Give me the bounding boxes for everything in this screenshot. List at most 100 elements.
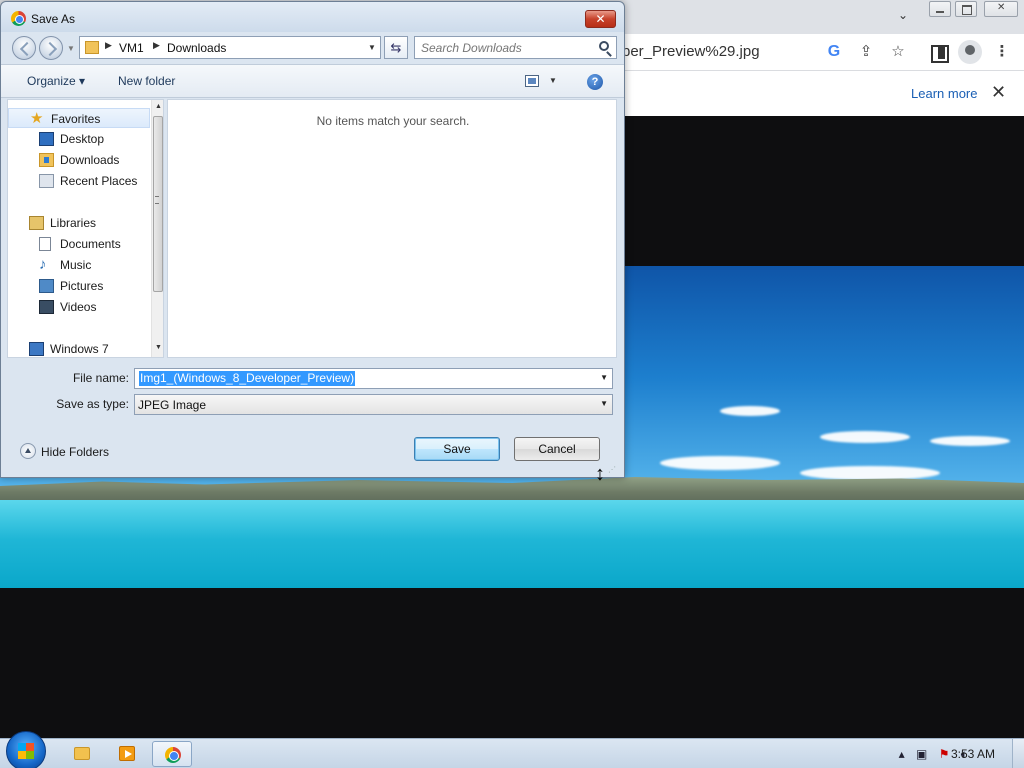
scrollbar-thumb[interactable] bbox=[153, 116, 163, 292]
nav-item-recent-places[interactable]: Recent Places bbox=[8, 171, 150, 191]
nav-item-music[interactable]: ♪ Music bbox=[8, 255, 150, 275]
desktop-icon bbox=[39, 132, 54, 146]
taskbar-chrome-button[interactable] bbox=[152, 741, 192, 767]
taskbar-clock[interactable]: 3:53 AM bbox=[951, 747, 995, 761]
nav-item-label: Desktop bbox=[60, 132, 105, 146]
libraries-icon bbox=[29, 216, 44, 230]
nav-item-favorites[interactable]: ★ Favorites bbox=[8, 108, 150, 128]
breadcrumb-arrow-icon[interactable]: ▶ bbox=[105, 40, 112, 51]
file-name-value[interactable]: Img1_(Windows_8_Developer_Preview) bbox=[139, 371, 356, 386]
network-icon[interactable]: ▣ bbox=[916, 747, 927, 761]
file-name-field[interactable]: Img1_(Windows_8_Developer_Preview) ▼ bbox=[134, 368, 613, 389]
back-button[interactable] bbox=[12, 36, 36, 60]
restore-button[interactable] bbox=[955, 1, 977, 17]
resize-gripper-icon[interactable]: ⋰ bbox=[608, 465, 616, 474]
cloud bbox=[930, 436, 1010, 446]
save-as-type-label: Save as type: bbox=[56, 397, 129, 411]
forward-button[interactable] bbox=[39, 36, 63, 60]
nav-item-windows-7[interactable]: Windows 7 bbox=[8, 339, 150, 357]
vertical-resize-cursor-icon: ↕ bbox=[595, 463, 605, 485]
new-folder-button[interactable]: New folder bbox=[118, 74, 175, 88]
change-view-icon[interactable] bbox=[525, 75, 539, 87]
nav-item-label: Libraries bbox=[50, 216, 97, 230]
action-center-flag-icon[interactable]: ⚑ bbox=[939, 747, 950, 761]
side-panel-icon[interactable] bbox=[928, 42, 949, 63]
learn-more-link[interactable]: Learn more bbox=[911, 86, 977, 101]
cloud bbox=[820, 431, 910, 443]
nav-item-label: Documents bbox=[60, 237, 121, 251]
bookmark-star-icon[interactable]: ☆ bbox=[888, 42, 908, 62]
command-toolbar: Organize ▾ New folder ▼ ? bbox=[1, 64, 624, 98]
cancel-button[interactable]: Cancel bbox=[514, 437, 600, 461]
nav-item-label: Windows 7 bbox=[50, 342, 109, 356]
taskbar-media-player-button[interactable] bbox=[107, 741, 147, 767]
address-bar[interactable]: ▶ VM1 ▶ Downloads ▼ bbox=[79, 36, 381, 59]
file-list-pane[interactable]: No items match your search. bbox=[167, 99, 617, 358]
nav-item-label: Downloads bbox=[60, 153, 120, 167]
nav-item-downloads[interactable]: Downloads bbox=[8, 150, 150, 170]
scrollbar-grip-icon bbox=[155, 196, 159, 204]
wallpaper-water bbox=[0, 500, 1024, 588]
start-button[interactable] bbox=[6, 731, 46, 768]
save-as-type-value: JPEG Image bbox=[138, 398, 207, 412]
chrome-menu-icon[interactable]: ⋮ bbox=[992, 42, 1012, 62]
recent-places-icon bbox=[39, 174, 54, 188]
dialog-title-bar[interactable]: Save As ✕ bbox=[1, 2, 624, 32]
save-as-dialog: Save As ✕ ▼ ▶ VM1 ▶ Downloads ▼ ⇆ Organi… bbox=[0, 1, 625, 484]
search-box[interactable] bbox=[414, 36, 617, 59]
hide-folders-label: Hide Folders bbox=[41, 445, 110, 459]
nav-item-libraries[interactable]: Libraries bbox=[8, 213, 150, 233]
dialog-title: Save As bbox=[31, 12, 76, 26]
music-icon: ♪ bbox=[39, 256, 47, 273]
organize-button[interactable]: Organize ▾ bbox=[27, 74, 85, 88]
tab-search-chevron-icon[interactable]: ⌄ bbox=[898, 8, 908, 22]
save-button[interactable]: Save bbox=[414, 437, 500, 461]
nav-item-label: Favorites bbox=[51, 112, 101, 126]
view-options-chevron-icon[interactable]: ▼ bbox=[549, 76, 557, 85]
empty-folder-message: No items match your search. bbox=[316, 114, 470, 128]
save-as-type-dropdown-icon[interactable]: ▼ bbox=[600, 399, 608, 408]
url-text[interactable]: per_Preview%29.jpg bbox=[622, 43, 760, 60]
taskbar-explorer-button[interactable] bbox=[62, 741, 102, 767]
help-icon[interactable]: ? bbox=[587, 74, 603, 90]
search-input[interactable] bbox=[421, 40, 591, 56]
show-desktop-button[interactable] bbox=[1012, 739, 1024, 768]
save-as-type-select[interactable]: JPEG Image ▼ bbox=[134, 394, 613, 415]
breadcrumb-vm1[interactable]: VM1 bbox=[119, 41, 144, 55]
scroll-down-icon[interactable]: ▼ bbox=[155, 344, 162, 351]
file-name-dropdown-icon[interactable]: ▼ bbox=[600, 373, 608, 382]
scroll-up-icon[interactable]: ▲ bbox=[155, 103, 162, 110]
nav-item-label: Pictures bbox=[60, 279, 104, 293]
google-lens-icon[interactable]: G bbox=[824, 42, 844, 62]
nav-item-documents[interactable]: Documents bbox=[8, 234, 150, 254]
show-hidden-icons-icon[interactable]: ▴ bbox=[899, 747, 905, 761]
favorites-star-icon: ★ bbox=[30, 110, 44, 127]
navigation-pane: ★ Favorites Desktop Downloads Recent Places L… bbox=[7, 99, 164, 358]
close-window-button[interactable] bbox=[984, 1, 1018, 17]
nav-pane-scrollbar[interactable]: ▲ ▼ bbox=[151, 100, 163, 357]
breadcrumb-arrow-icon[interactable]: ▶ bbox=[153, 40, 160, 51]
pictures-icon bbox=[39, 279, 54, 293]
downloads-folder-icon bbox=[85, 41, 99, 54]
navigation-row: ▼ ▶ VM1 ▶ Downloads ▼ ⇆ bbox=[1, 32, 624, 64]
nav-item-label: Music bbox=[60, 258, 92, 272]
media-player-icon bbox=[119, 746, 135, 761]
breadcrumb-downloads[interactable]: Downloads bbox=[167, 41, 226, 55]
infobar-close-icon[interactable]: ✕ bbox=[991, 82, 1006, 103]
minimize-button[interactable] bbox=[929, 1, 951, 17]
cloud bbox=[720, 406, 780, 416]
refresh-button[interactable]: ⇆ bbox=[384, 36, 408, 59]
nav-item-desktop[interactable]: Desktop bbox=[8, 129, 150, 149]
videos-icon bbox=[39, 300, 54, 314]
nav-item-pictures[interactable]: Pictures bbox=[8, 276, 150, 296]
downloads-folder-icon bbox=[39, 153, 54, 167]
nav-item-videos[interactable]: Videos bbox=[8, 297, 150, 317]
profile-avatar-icon[interactable] bbox=[958, 40, 982, 64]
dialog-close-button[interactable]: ✕ bbox=[585, 10, 616, 28]
recent-pages-chevron-icon[interactable]: ▼ bbox=[67, 44, 75, 53]
chrome-icon bbox=[165, 747, 181, 763]
share-icon[interactable]: ⇪ bbox=[856, 42, 876, 62]
nav-item-label: Videos bbox=[60, 300, 97, 314]
address-dropdown-icon[interactable]: ▼ bbox=[368, 43, 376, 52]
search-icon[interactable] bbox=[599, 41, 609, 51]
